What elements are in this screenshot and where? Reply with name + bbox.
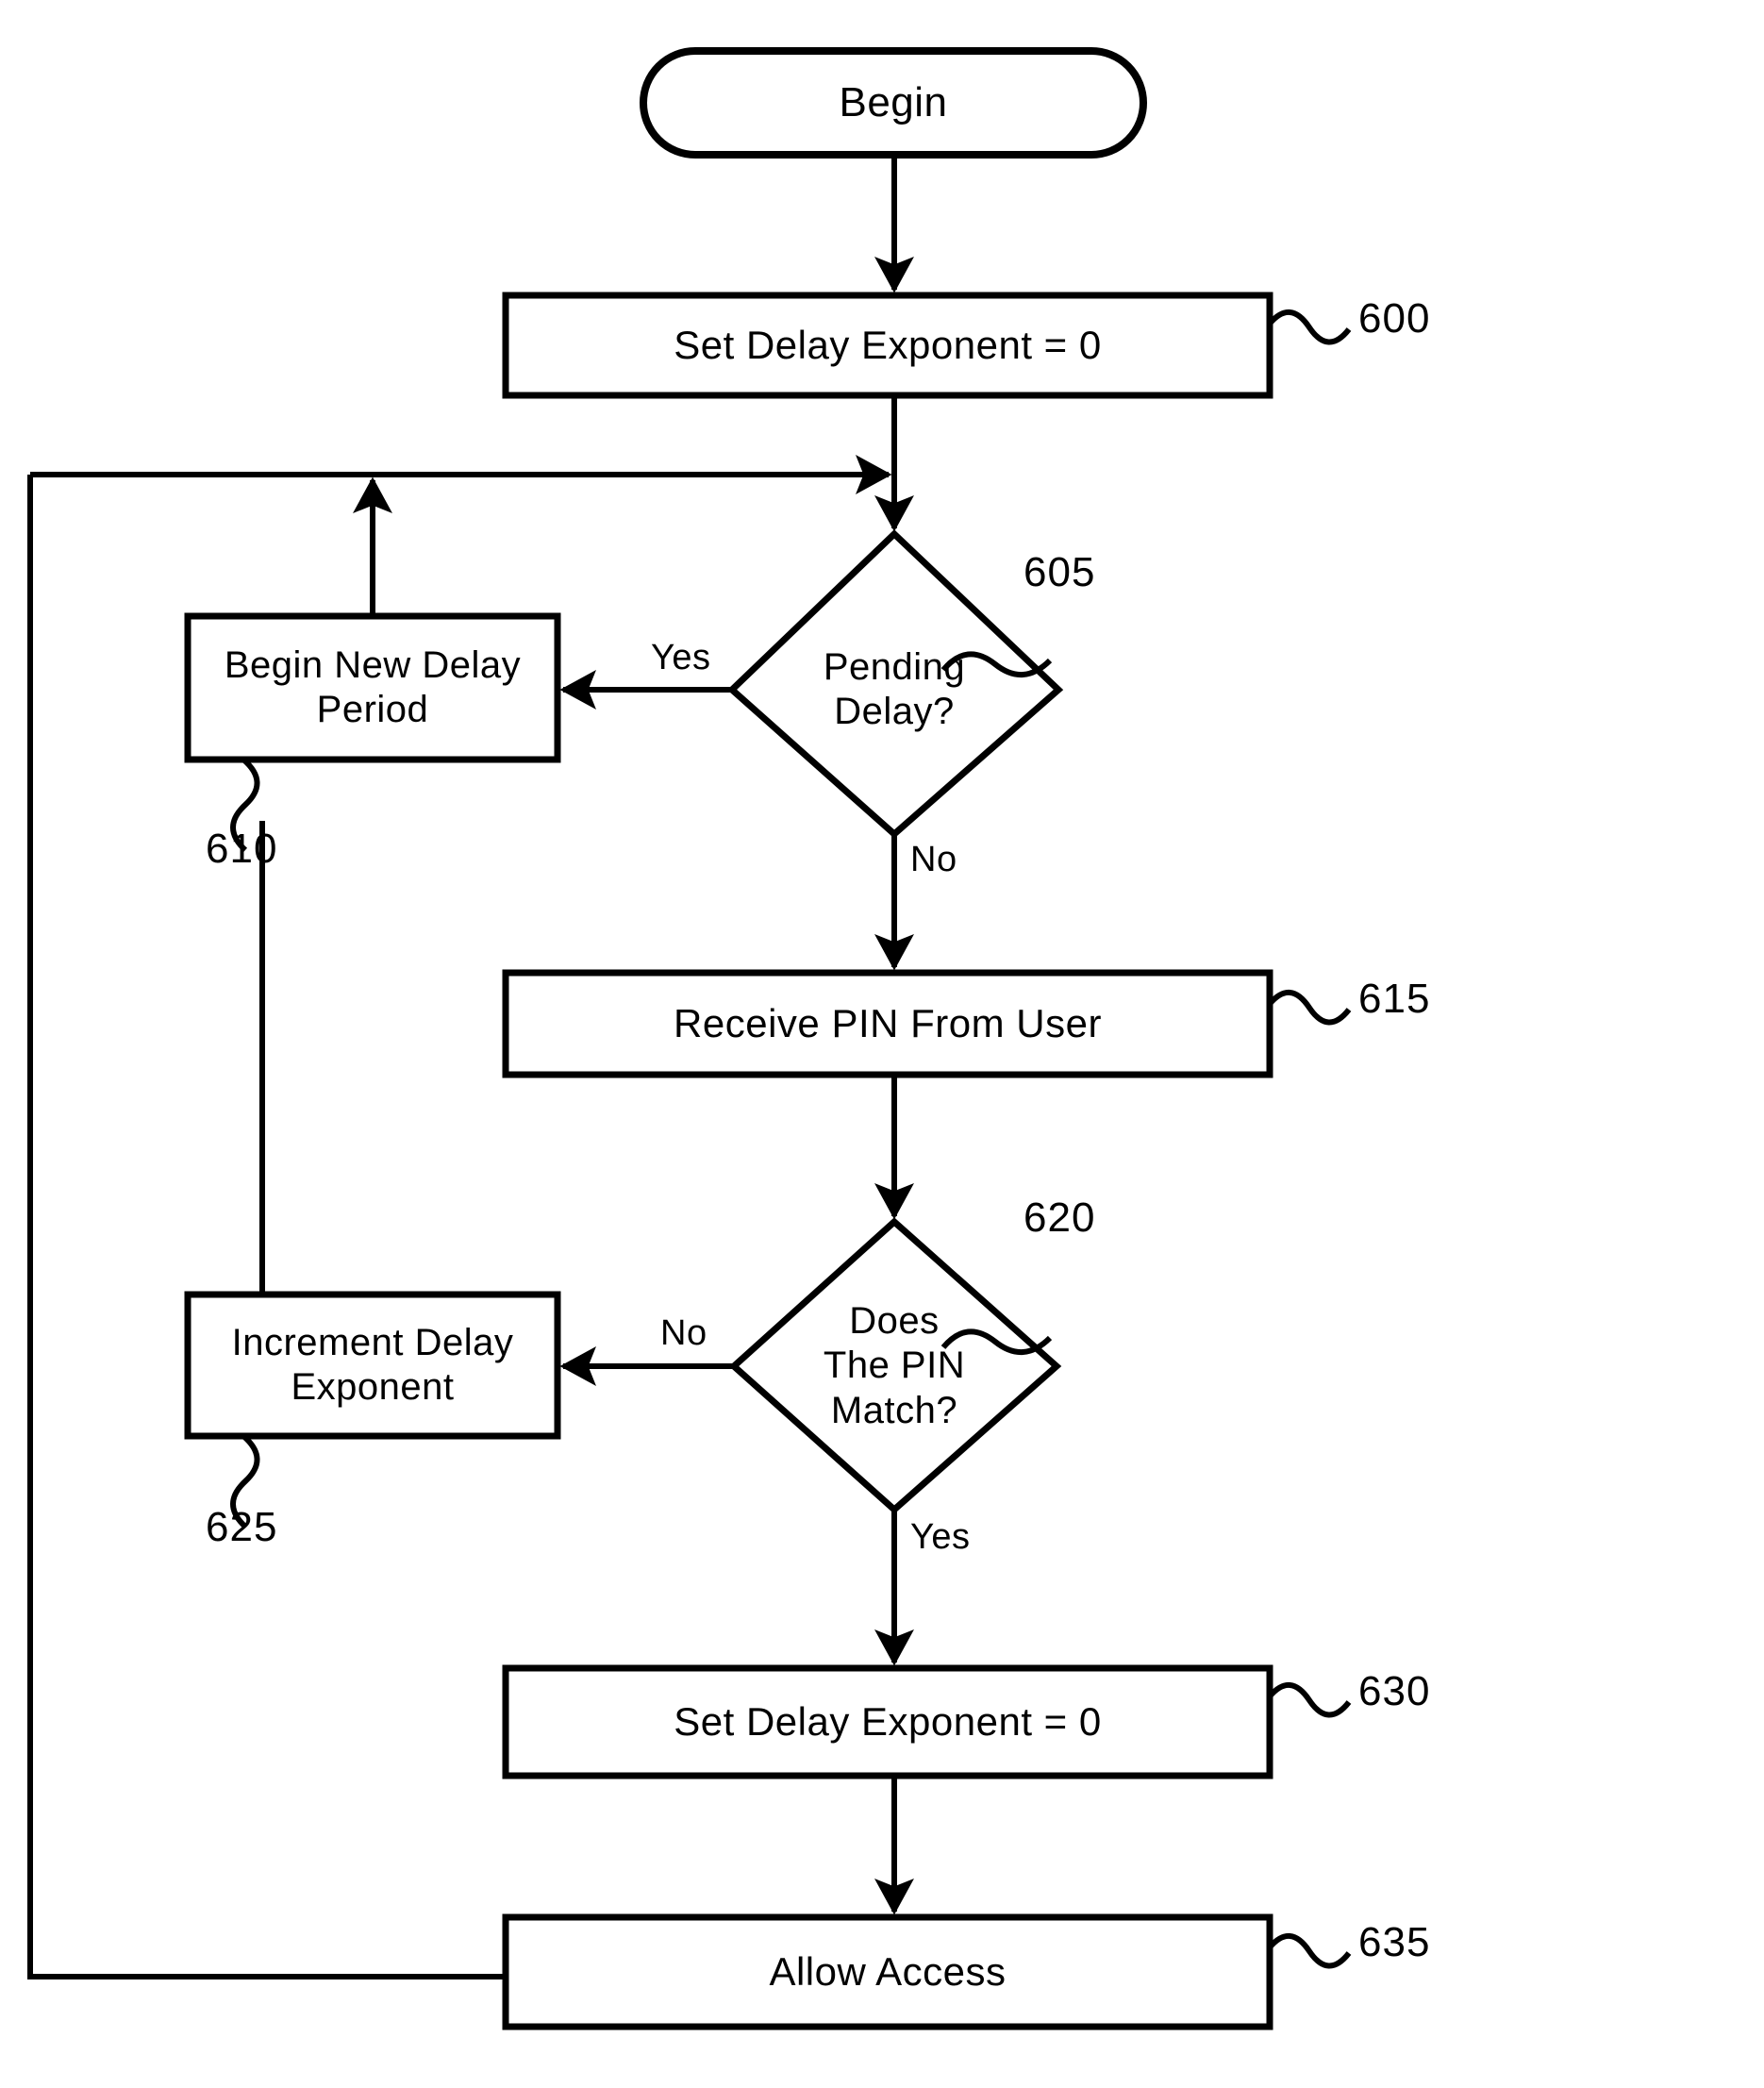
ref-number-610: 610: [206, 826, 278, 872]
edge-label-pending-yes: Yes: [651, 638, 711, 677]
edge-label-match-no: No: [660, 1313, 707, 1353]
ref-number-620: 620: [1023, 1194, 1096, 1241]
edge-label-match-yes: Yes: [910, 1517, 971, 1557]
pending-delay-decision-shape: [726, 529, 1064, 839]
ref-number-615: 615: [1358, 976, 1431, 1022]
ref-number-630: 630: [1358, 1668, 1431, 1714]
ref-number-625: 625: [206, 1504, 278, 1550]
set-delay-exponent-b-shape: [502, 1664, 1273, 1779]
begin-terminator-shape: [640, 47, 1147, 159]
ref-squiggle-615: [1267, 990, 1352, 1026]
ref-number-600: 600: [1358, 295, 1431, 342]
flowchart-canvas: Begin Set Delay Exponent = 0 Pending Del…: [0, 0, 1764, 2088]
receive-pin-shape: [502, 969, 1273, 1078]
pin-match-decision-shape: [728, 1217, 1062, 1514]
begin-new-delay-period-shape: [184, 612, 561, 763]
ref-squiggle-635: [1267, 1933, 1352, 1969]
set-delay-exponent-a-shape: [502, 292, 1273, 399]
flowchart-vector-layer: [27, 47, 1352, 2030]
ref-number-605: 605: [1023, 549, 1096, 595]
ref-squiggle-630: [1267, 1682, 1352, 1718]
edge-label-pending-no: No: [910, 840, 957, 879]
allow-access-shape: [502, 1913, 1273, 2030]
increment-delay-exponent-shape: [184, 1291, 561, 1440]
ref-number-635: 635: [1358, 1919, 1431, 1965]
ref-squiggle-600: [1267, 309, 1352, 345]
